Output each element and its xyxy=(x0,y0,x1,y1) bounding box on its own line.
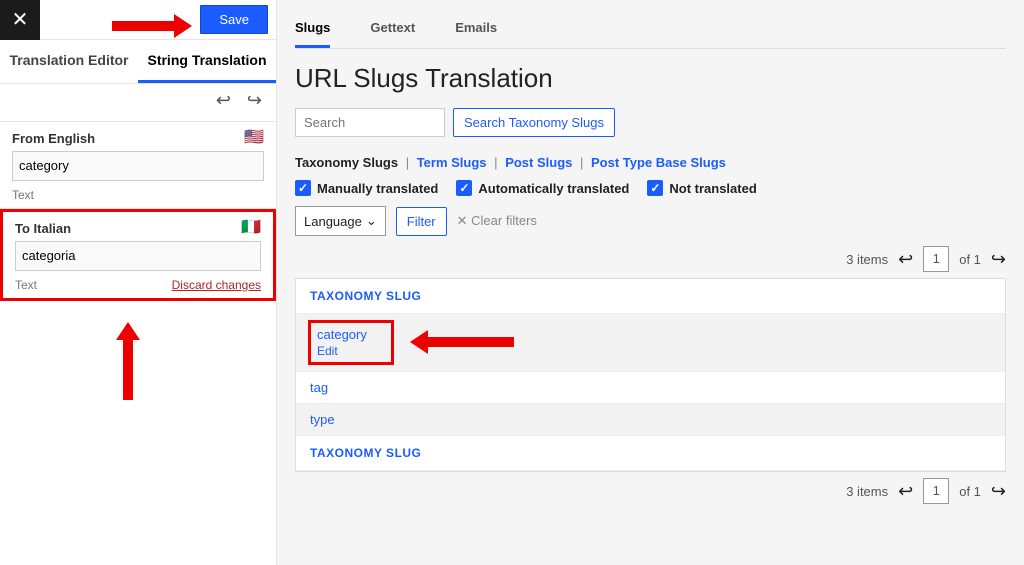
table-row[interactable]: type xyxy=(296,404,1005,436)
slug-group-taxonomy: Taxonomy Slugs xyxy=(295,155,398,170)
slug-link-category[interactable]: category xyxy=(317,327,367,342)
clear-filters-link[interactable]: ✕ Clear filters xyxy=(457,213,537,229)
slug-link-type[interactable]: type xyxy=(310,412,335,427)
table-footer: TAXONOMY SLUG xyxy=(296,436,1005,471)
pager-of: of 1 xyxy=(959,484,981,499)
pager-count: 3 items xyxy=(846,484,888,499)
pager-next-icon[interactable]: ↪ xyxy=(991,481,1006,502)
from-hint: Text xyxy=(12,188,34,202)
from-text-input[interactable]: category xyxy=(12,151,264,181)
to-text-input[interactable]: categoria xyxy=(15,241,261,271)
table-row[interactable]: tag xyxy=(296,372,1005,404)
pager-of: of 1 xyxy=(959,252,981,267)
taxonomy-table: TAXONOMY SLUG category Edit tag type TAX… xyxy=(295,278,1006,472)
tab-emails[interactable]: Emails xyxy=(455,10,497,48)
page-title: URL Slugs Translation xyxy=(295,63,1006,94)
save-button[interactable]: Save xyxy=(200,5,268,34)
pager-page-input[interactable]: 1 xyxy=(923,478,949,504)
slug-link-term[interactable]: Term Slugs xyxy=(417,155,487,170)
discard-changes-link[interactable]: Discard changes xyxy=(172,278,261,292)
check-manual[interactable]: ✓Manually translated xyxy=(295,180,438,196)
to-label: To Italian xyxy=(15,221,71,236)
chevron-down-icon: ⌄ xyxy=(366,213,377,229)
flag-it-icon: 🇮🇹 xyxy=(241,220,261,236)
tab-translation-editor[interactable]: Translation Editor xyxy=(0,40,138,83)
language-select[interactable]: Language⌄ xyxy=(295,206,386,236)
annotation-arrow xyxy=(112,14,192,38)
flag-us-icon: 🇺🇸 xyxy=(244,130,264,146)
to-language-block: To Italian 🇮🇹 categoria Text Discard cha… xyxy=(0,209,276,301)
close-button[interactable]: ✕ xyxy=(0,0,40,40)
tab-slugs[interactable]: Slugs xyxy=(295,10,330,48)
to-hint: Text xyxy=(15,278,37,292)
table-row[interactable]: category Edit xyxy=(296,314,1005,372)
tab-string-translation[interactable]: String Translation xyxy=(138,40,276,83)
annotation-arrow xyxy=(116,322,140,400)
pager-count: 3 items xyxy=(846,252,888,267)
check-not[interactable]: ✓Not translated xyxy=(647,180,756,196)
pager-page-input[interactable]: 1 xyxy=(923,246,949,272)
pager-prev-icon[interactable]: ↩ xyxy=(898,481,913,502)
slug-link-posttype[interactable]: Post Type Base Slugs xyxy=(591,155,726,170)
slug-link-post[interactable]: Post Slugs xyxy=(505,155,572,170)
row-edit-link[interactable]: Edit xyxy=(317,344,367,358)
filter-button[interactable]: Filter xyxy=(396,207,447,236)
pager-prev-icon[interactable]: ↩ xyxy=(898,249,913,270)
pager-next-icon[interactable]: ↪ xyxy=(991,249,1006,270)
undo-icon[interactable]: ↩ xyxy=(216,90,231,111)
tab-gettext[interactable]: Gettext xyxy=(370,10,415,48)
redo-icon[interactable]: ↪ xyxy=(247,90,262,111)
from-language-block: From English 🇺🇸 category Text xyxy=(0,122,276,209)
check-auto[interactable]: ✓Automatically translated xyxy=(456,180,629,196)
from-label: From English xyxy=(12,131,95,146)
annotation-arrow xyxy=(410,330,514,354)
search-input[interactable] xyxy=(295,108,445,137)
table-header: TAXONOMY SLUG xyxy=(296,279,1005,314)
slug-link-tag[interactable]: tag xyxy=(310,380,328,395)
search-taxonomy-button[interactable]: Search Taxonomy Slugs xyxy=(453,108,615,137)
